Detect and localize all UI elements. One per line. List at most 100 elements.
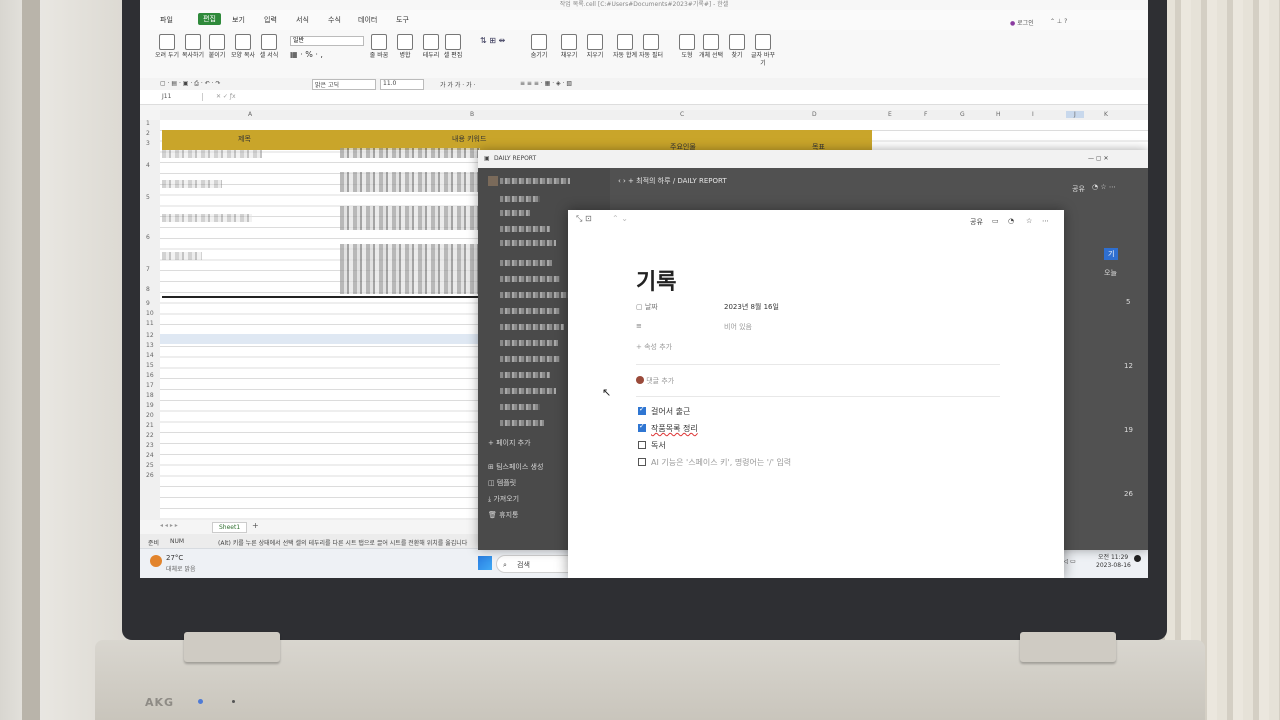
share-button[interactable]: 공유: [1072, 184, 1085, 194]
shape-button[interactable]: 도형: [674, 34, 700, 60]
expand-icon[interactable]: ⤡ ⊡: [576, 214, 592, 224]
today-button[interactable]: 오늘: [1104, 268, 1117, 278]
align-icons[interactable]: ≡ ≡ ≡ · ▦ · ◈ · ▧: [520, 80, 572, 87]
page-title[interactable]: 기록: [636, 264, 676, 296]
clear-button[interactable]: 지우기: [582, 34, 608, 60]
sidebar-page[interactable]: [500, 260, 552, 266]
sidebar-page[interactable]: [500, 308, 560, 314]
sidebar-trash[interactable]: 🗑 휴지통: [488, 510, 518, 520]
menu-data[interactable]: 데이터: [358, 15, 377, 25]
workspace-avatar[interactable]: [488, 176, 498, 186]
notification-icon[interactable]: [1134, 555, 1141, 562]
date-property[interactable]: ▢ 날짜: [636, 302, 658, 312]
text-property-value[interactable]: 비어 있음: [724, 322, 752, 332]
breadcrumb-workspace[interactable]: 최적의 하루: [636, 177, 670, 185]
select-object-button[interactable]: 개체 선택: [698, 34, 724, 60]
sidebar-create-teamspace[interactable]: ⊞ 팀스페이스 생성: [488, 462, 543, 472]
row-number[interactable]: 21: [146, 422, 154, 429]
column-header-e[interactable]: E: [888, 111, 892, 118]
row-number[interactable]: 25: [146, 462, 154, 469]
todo-placeholder[interactable]: AI 기능은 '스페이스 키', 명령어는 '/' 입력: [638, 457, 791, 468]
font-style-icons[interactable]: 가 가 가 · 가 ·: [440, 80, 475, 89]
weather-desc[interactable]: 대체로 맑음: [166, 564, 196, 573]
comment-icon[interactable]: ▭: [992, 217, 999, 225]
todo-text[interactable]: 걸어서 출근: [651, 407, 690, 416]
row-number[interactable]: 18: [146, 392, 154, 399]
modal-share-button[interactable]: 공유: [970, 217, 983, 227]
quick-access-icons[interactable]: ▢ · ▤ · ▣ · ⎙ · ↶ · ↷: [160, 80, 220, 88]
row-number[interactable]: 9: [146, 300, 150, 307]
more-icon[interactable]: ⋯: [1042, 217, 1049, 225]
column-header-i[interactable]: I: [1032, 111, 1034, 118]
menu-tools[interactable]: 도구: [396, 15, 409, 25]
column-header-f[interactable]: F: [924, 111, 927, 118]
nav-arrows-icon[interactable]: ‹ › +: [618, 177, 636, 185]
row-number[interactable]: 11: [146, 320, 154, 327]
sidebar-page[interactable]: [500, 404, 540, 410]
text-property-icon[interactable]: ≡: [636, 322, 642, 330]
clock-date[interactable]: 2023-08-16: [1096, 562, 1131, 569]
history-icon[interactable]: ◔: [1008, 217, 1014, 225]
sidebar-page[interactable]: [500, 372, 550, 378]
sheet-tab-sheet1[interactable]: Sheet1: [212, 522, 248, 533]
checkbox-unchecked[interactable]: [638, 458, 646, 466]
breadcrumb-page[interactable]: DAILY REPORT: [677, 177, 726, 185]
cell-format-button[interactable]: 셀 서식: [256, 34, 282, 60]
row-number[interactable]: 4: [146, 162, 150, 169]
menu-format[interactable]: 서식: [296, 15, 309, 25]
column-header-g[interactable]: G: [960, 111, 965, 118]
row-number[interactable]: 5: [146, 194, 150, 201]
row-number[interactable]: 20: [146, 412, 154, 419]
cell-reference[interactable]: J11: [162, 93, 203, 101]
todo-text[interactable]: 작품목록 정리: [651, 424, 698, 433]
formula-input[interactable]: [252, 92, 1132, 101]
sidebar-page[interactable]: [500, 420, 544, 426]
sidebar-search[interactable]: [500, 196, 540, 202]
format-painter-button[interactable]: 모양 복사: [230, 34, 256, 60]
todo-placeholder-text[interactable]: AI 기능은 '스페이스 키', 명령어는 '/' 입력: [651, 458, 791, 467]
row-number[interactable]: 12: [146, 332, 154, 339]
row-number[interactable]: 2: [146, 130, 150, 137]
column-header-b[interactable]: B: [470, 111, 474, 118]
insert-delete-icons[interactable]: ⇅ ⊞ ⇹: [480, 36, 505, 45]
find-button[interactable]: 찾기: [724, 34, 750, 60]
menu-formula[interactable]: 수식: [328, 15, 341, 25]
row-number[interactable]: 23: [146, 442, 154, 449]
todo-item[interactable]: 작품목록 정리: [638, 422, 698, 434]
autosum-button[interactable]: 자동 합계: [612, 34, 638, 60]
menu-view[interactable]: 보기: [232, 15, 245, 25]
column-header-c[interactable]: C: [680, 111, 684, 118]
column-header-j[interactable]: J: [1066, 111, 1084, 118]
favorite-icon[interactable]: ☆: [1026, 217, 1032, 225]
column-header-k[interactable]: K: [1104, 111, 1108, 118]
sidebar-page[interactable]: [500, 276, 560, 282]
row-number[interactable]: 15: [146, 362, 154, 369]
hide-button[interactable]: 숨기기: [526, 34, 552, 60]
row-number[interactable]: 1: [146, 120, 150, 127]
copy-button[interactable]: 복사하기: [180, 34, 206, 60]
row-number[interactable]: 14: [146, 352, 154, 359]
new-button[interactable]: 기: [1104, 248, 1119, 260]
header-action-icons[interactable]: ◔ ☆ ⋯: [1092, 183, 1116, 191]
wrap-button[interactable]: 줄 바꿈: [366, 34, 392, 60]
checkbox-checked[interactable]: [638, 405, 646, 415]
cut-button[interactable]: 오려 두기: [154, 34, 180, 60]
row-number[interactable]: 22: [146, 432, 154, 439]
add-property-button[interactable]: + 속성 추가: [636, 342, 672, 352]
todo-item[interactable]: 독서: [638, 440, 666, 451]
page-nav-icons[interactable]: ⌃ ⌄: [612, 214, 628, 223]
sidebar-page[interactable]: [500, 340, 558, 346]
merge-button[interactable]: 병합: [392, 34, 418, 60]
sidebar-page[interactable]: [500, 292, 570, 298]
ribbon-toggle-icon[interactable]: ⌃ ⊥ ?: [1050, 18, 1067, 25]
date-value[interactable]: 2023년 8월 16일: [724, 302, 779, 312]
login-button[interactable]: ● 로그인: [1010, 18, 1034, 27]
row-number[interactable]: 3: [146, 140, 150, 147]
row-number[interactable]: 26: [146, 472, 154, 479]
paste-button[interactable]: 붙이기: [204, 34, 230, 60]
font-name-select[interactable]: 맑은 고딕: [312, 79, 376, 90]
sheet-nav-icons[interactable]: ◂ ◂ ▸ ▸: [160, 522, 178, 529]
row-number[interactable]: 6: [146, 234, 150, 241]
sidebar-updates[interactable]: [500, 210, 530, 216]
autofilter-button[interactable]: 자동 필터: [638, 34, 664, 60]
